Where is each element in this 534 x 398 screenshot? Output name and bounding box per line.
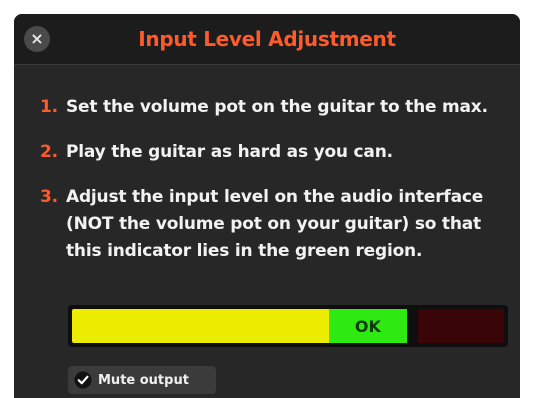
step-number: 2. [40,142,58,162]
level-zone-red [417,309,504,343]
step-text: Set the volume pot on the guitar to the … [66,97,488,117]
instruction-step-1: 1. Set the volume pot on the guitar to t… [40,94,510,121]
instruction-step-3: 3. Adjust the input level on the audio i… [40,184,510,265]
step-number: 3. [40,187,58,207]
input-level-dialog: × Input Level Adjustment 1. Set the volu… [14,14,520,398]
dialog-title: Input Level Adjustment [138,27,396,51]
instruction-list: 1. Set the volume pot on the guitar to t… [40,94,510,265]
level-zone-yellow [72,309,330,343]
instruction-step-2: 2. Play the guitar as hard as you can. [40,139,510,166]
ok-label: OK [354,316,381,336]
level-zone-gap [406,309,418,343]
dialog-titlebar: × Input Level Adjustment [14,14,520,65]
check-circle-icon [74,371,92,389]
level-zone-green-ok: OK [329,309,407,343]
level-meter-track: OK [72,309,504,343]
step-text: Play the guitar as hard as you can. [66,142,393,162]
step-number: 1. [40,97,58,117]
input-level-meter: OK [68,305,508,347]
step-text: Adjust the input level on the audio inte… [66,187,484,261]
mute-output-label: Mute output [98,372,189,388]
mute-output-toggle[interactable]: Mute output [68,366,216,394]
